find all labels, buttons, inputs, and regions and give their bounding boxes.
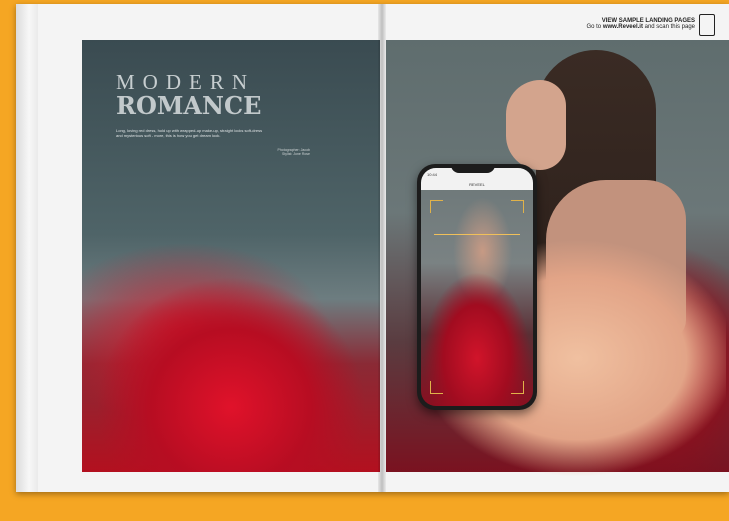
- cta-url-link[interactable]: www.Reveel.it: [603, 24, 643, 30]
- photo-credit: Photographer: Jacob Stylist: Jone Rose: [277, 148, 311, 156]
- headline-big: ROMANCE: [116, 91, 262, 120]
- phone-notch: [451, 164, 495, 173]
- magazine-spine: [378, 4, 386, 492]
- phone-time: 10:44: [427, 172, 438, 177]
- cta-go: Go to: [586, 24, 602, 30]
- phone-screen[interactable]: 10:44 REVEEL: [421, 168, 533, 406]
- scan-corner-top-right: [511, 200, 524, 213]
- scan-corner-top-left: [430, 200, 443, 213]
- intro-text: Long, loving red dress, hold up with wra…: [116, 128, 263, 138]
- scan-cta: VIEW SAMPLE LANDING PAGES Go to www.Reve…: [586, 18, 695, 30]
- model-face: [506, 80, 566, 170]
- scan-line: [434, 234, 520, 235]
- scan-corner-bottom-right: [511, 381, 524, 394]
- scan-corner-bottom-left: [430, 381, 443, 394]
- cta-line: Go to www.Reveel.it and scan this page: [586, 24, 695, 30]
- smartphone: 10:44 REVEEL: [417, 164, 537, 410]
- app-title: REVEEL: [469, 182, 485, 187]
- cta-rest: and scan this page: [644, 24, 695, 30]
- page-edge: [16, 4, 38, 492]
- phone-scan-icon: [699, 14, 715, 36]
